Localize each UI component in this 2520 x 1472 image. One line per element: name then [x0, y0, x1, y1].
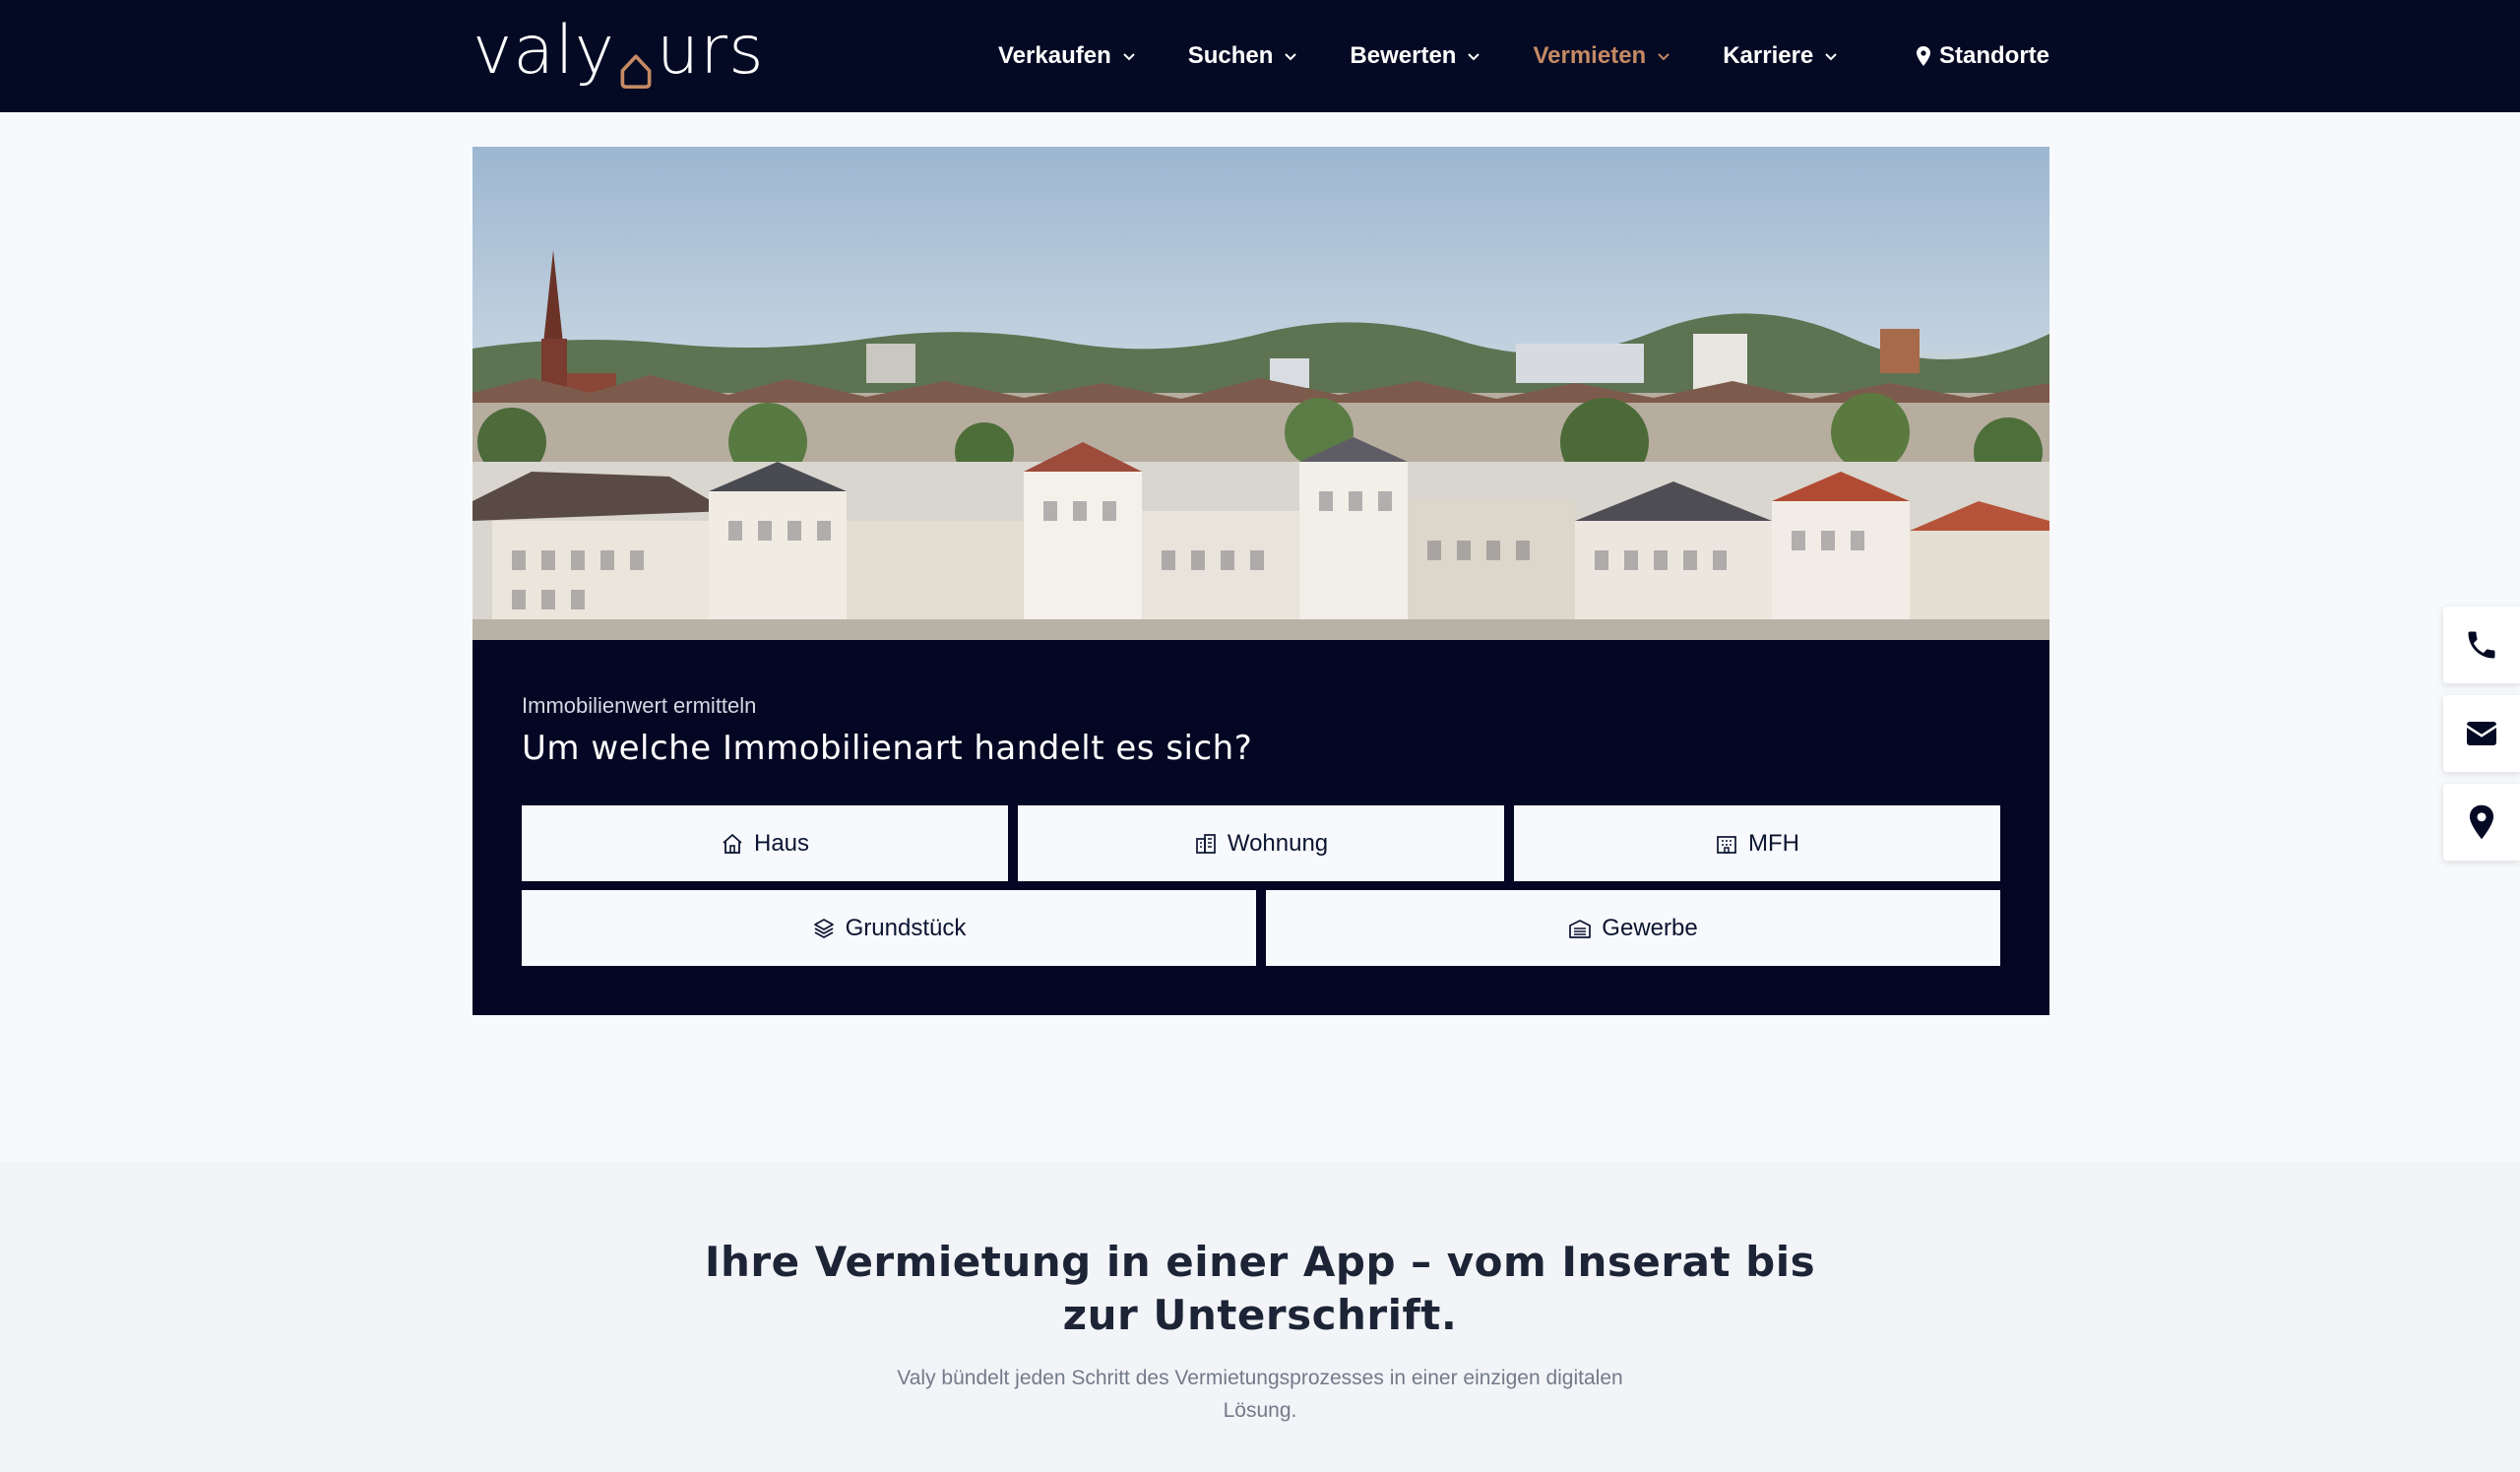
- chevron-down-icon: [1285, 53, 1297, 61]
- locations-label: Standorte: [1938, 42, 2049, 69]
- nav-item-karriere[interactable]: Karriere: [1723, 42, 1839, 70]
- chevron-down-icon: [1658, 53, 1670, 61]
- phone-button[interactable]: [2443, 607, 2520, 683]
- option-label: Haus: [753, 829, 810, 857]
- option-gewerbe-button[interactable]: Gewerbe: [1266, 890, 2000, 966]
- phone-icon: [2468, 631, 2495, 659]
- section-title: Ihre Vermietung in einer App – vom Inser…: [704, 1238, 1816, 1339]
- multi-family-building-icon: [1717, 835, 1736, 854]
- option-wohnung-button[interactable]: Wohnung: [1018, 805, 1504, 881]
- hero-image: [472, 147, 2049, 640]
- option-label: MFH: [1748, 829, 1799, 857]
- panel-question: Um welche Immobilienart handelt es sich?: [522, 729, 1253, 768]
- main-nav: Verkaufen Suchen Bewerten Vermieten Karr…: [998, 0, 1890, 112]
- section-subtitle: Valy bündelt jeden Schritt des Vermietun…: [897, 1367, 1623, 1422]
- option-mfh-button[interactable]: MFH: [1514, 805, 2000, 881]
- chevron-down-icon: [1123, 53, 1135, 61]
- nav-label: Suchen: [1187, 42, 1274, 69]
- city-skyline-image: [472, 147, 2049, 640]
- location-pin-icon: [2469, 804, 2494, 840]
- nav-label: Bewerten: [1350, 42, 1457, 69]
- option-label: Wohnung: [1227, 829, 1329, 857]
- option-haus-button[interactable]: Haus: [522, 805, 1008, 881]
- nav-item-bewerten[interactable]: Bewerten: [1350, 42, 1481, 70]
- logo-text: valy: [472, 12, 616, 90]
- email-button[interactable]: [2443, 695, 2520, 772]
- nav-item-suchen[interactable]: Suchen: [1188, 42, 1299, 70]
- option-label: Grundstück: [845, 914, 967, 941]
- option-label: Gewerbe: [1602, 914, 1698, 941]
- nav-label: Verkaufen: [998, 42, 1111, 69]
- warehouse-icon: [1569, 919, 1592, 938]
- site-header: valy urs Verkaufen Suchen Bewerten Vermi…: [0, 0, 2520, 112]
- app-promo-section: Ihre Vermietung in einer App – vom Inser…: [0, 1162, 2520, 1472]
- chevron-down-icon: [1468, 53, 1480, 61]
- nav-item-verkaufen[interactable]: Verkaufen: [998, 42, 1137, 70]
- nav-label: Vermieten: [1533, 42, 1647, 69]
- nav-item-vermieten[interactable]: Vermieten: [1533, 42, 1671, 70]
- apartment-building-icon: [1195, 833, 1216, 854]
- chevron-down-icon: [1825, 53, 1837, 61]
- location-button[interactable]: [2443, 784, 2520, 861]
- locations-link[interactable]: Standorte: [1916, 0, 2049, 112]
- valuation-panel: Immobilienwert ermitteln Um welche Immob…: [472, 640, 2049, 1015]
- logo-text-end: urs: [657, 12, 765, 90]
- layers-icon: [813, 918, 834, 938]
- option-grundstueck-button[interactable]: Grundstück: [522, 890, 1256, 966]
- house-icon: [723, 833, 742, 854]
- nav-label: Karriere: [1723, 42, 1814, 69]
- location-pin-icon: [1916, 46, 1930, 66]
- envelope-icon: [2467, 722, 2496, 745]
- logo[interactable]: valy urs: [472, 12, 765, 90]
- panel-kicker: Immobilienwert ermitteln: [522, 693, 757, 718]
- logo-house-o-icon: [620, 54, 652, 89]
